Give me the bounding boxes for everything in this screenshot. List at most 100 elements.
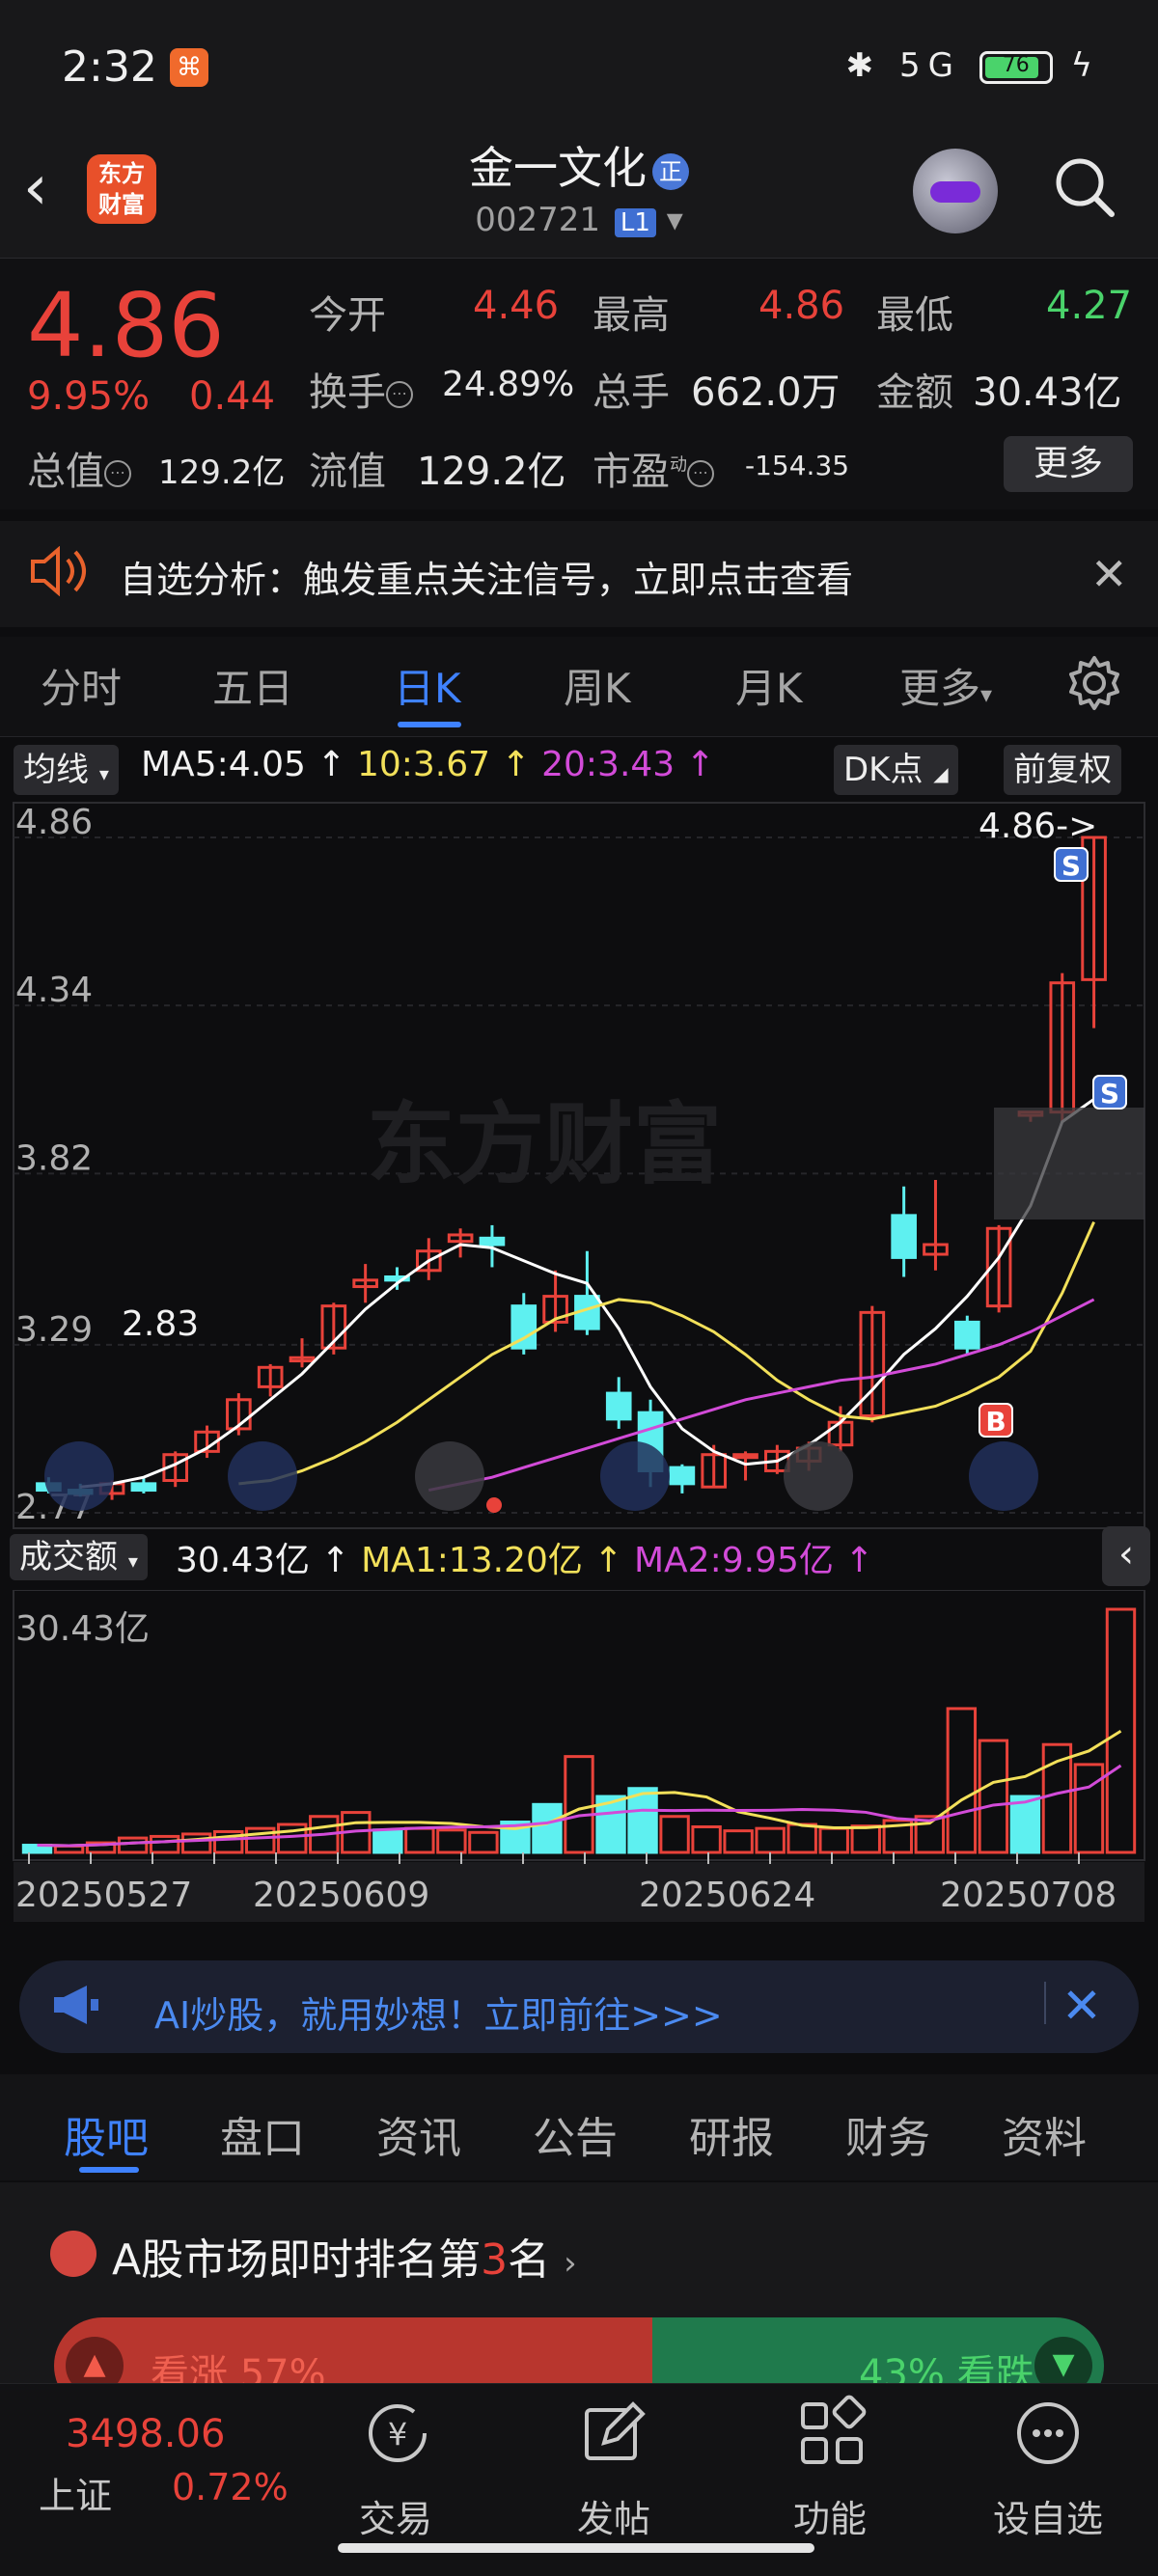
volume-bar [627,1787,658,1854]
candle-body [891,1214,917,1259]
x-tick-label: 20250624 [639,1876,815,1915]
amount-value: 30.43亿 [973,370,1122,415]
volume-bar [1073,1763,1105,1854]
index-name[interactable]: 上证 [39,2466,112,2519]
event-dot [486,1497,502,1513]
step-forward-icon[interactable] [784,1441,853,1511]
signal-label: S [1100,1078,1119,1110]
volume-bar [436,1828,467,1854]
volume-bar [691,1824,722,1854]
adjust-select[interactable]: 前复权 [1004,745,1121,795]
candle-body [605,1391,632,1421]
tab-profile[interactable]: 资料 [1002,2103,1087,2165]
volume-ma1: MA1:13.20亿 [361,1541,583,1580]
edit-icon[interactable] [575,2395,652,2472]
battery-icon: 76 [979,50,1053,84]
nav-post[interactable]: 发帖 [556,2489,672,2542]
tab-weekly-k[interactable]: 周K [564,656,631,715]
signal-label: S [1062,850,1081,882]
more-button[interactable]: 更多 [1004,436,1133,492]
x-tick-label: 20250609 [253,1876,429,1915]
info-icon[interactable]: ⋯ [687,460,714,487]
y-tick-label: 3.29 [15,1310,93,1350]
tab-more[interactable]: 更多▾ [899,656,992,715]
robot-avatar-icon[interactable] [913,149,998,233]
home-indicator [338,2543,814,2553]
tab-intraday[interactable]: 分时 [41,656,122,715]
close-icon[interactable]: ✕ [1090,548,1128,600]
enterprise-badge: 正 [652,152,689,190]
tab-order-book[interactable]: 盘口 [220,2103,305,2165]
speaker-icon [31,546,86,596]
tab-news[interactable]: 资讯 [376,2103,461,2165]
volume-bar [659,1815,690,1854]
volume-ma1-line [37,1729,1122,1848]
turnover-label: 换手 ⋯ [309,361,413,417]
gear-icon[interactable] [1065,654,1123,712]
info-icon[interactable]: ⋯ [104,460,131,487]
search-icon[interactable] [1052,154,1117,220]
indicator-select[interactable]: 均线 ▾ [14,745,119,795]
y-tick-label: 4.86 [15,803,93,842]
tab-daily-k[interactable]: 日K [394,656,461,715]
ma10-line [238,1220,1095,1486]
ma20-value: 20:3.43 [541,745,676,784]
nav-add-watchlist[interactable]: 设自选 [990,2489,1106,2542]
tab-finance[interactable]: 财务 [845,2103,930,2165]
signal-icon: 5G [898,46,961,85]
open-value: 4.46 [473,284,560,328]
volume-bar [372,1828,403,1854]
nav-trade[interactable]: 交易 [338,2489,454,2542]
collapse-arrow-icon[interactable]: ‹ [1102,1526,1150,1586]
tab-announcements[interactable]: 公告 [533,2103,618,2165]
high-value: 4.86 [758,284,845,328]
volume-chart[interactable]: 30.43亿 20250527 20250609 20250624 20250708 [0,1590,1158,1937]
volume-indicator-select[interactable]: 成交额 ▾ [10,1534,148,1580]
chevron-down-icon: ▾ [666,201,683,239]
notice-text: 自选分析：触发重点关注信号，立即点击查看 [120,559,854,601]
tab-monthly-k[interactable]: 月K [735,656,803,715]
scroll-left-icon[interactable] [44,1441,114,1511]
pe-value: -154.35 [745,450,850,481]
close-icon[interactable]: ✕ [1062,1978,1102,2034]
index-percent[interactable]: 0.72% [172,2466,289,2508]
ad-text: AI炒股，就用妙想！立即前往>>> [154,1994,723,2037]
y-tick-label: 3.82 [15,1138,93,1178]
candlestick-chart[interactable]: 4.864.343.823.292.77东方财富4.86->2.83SSB [0,799,1158,1532]
dk-point-select[interactable]: DK点 ◢ [834,745,958,795]
more-dots-icon[interactable] [1009,2395,1087,2472]
amount-label: 金额 [876,370,953,415]
svg-text:¥: ¥ [388,2416,407,2453]
pe-label: 市盈动 ⋯ [593,440,714,496]
volume-bar [978,1739,1009,1854]
volume-bar [149,1834,180,1854]
volume-bar [468,1830,499,1854]
index-value[interactable]: 3498.06 [66,2412,225,2456]
info-icon[interactable]: ⋯ [386,381,413,408]
nav-functions[interactable]: 功能 [772,2489,888,2542]
zoom-in-icon[interactable] [415,1441,484,1511]
volume-bar [818,1826,849,1854]
zoom-out-icon[interactable] [228,1441,297,1511]
tab-five-day[interactable]: 五日 [212,656,293,715]
tab-research[interactable]: 研报 [689,2103,774,2165]
candle-body [479,1236,506,1247]
signal-label: B [985,1406,1006,1438]
yuan-exchange-icon[interactable]: ¥ [359,2395,436,2472]
volume-value: 30.43亿 [176,1541,311,1580]
volume-value: 662.0万 [691,370,841,415]
candle-body [953,1320,980,1350]
ranking-icon [50,2231,96,2277]
candle-body [130,1482,157,1493]
fullscreen-icon[interactable] [969,1441,1038,1511]
notification-app-icon: ⌘ [170,48,208,87]
mktcap-label: 总值 ⋯ [27,440,131,496]
volume-y-label: 30.43亿 [15,1609,150,1649]
grid-icon[interactable] [793,2395,870,2472]
tab-forum[interactable]: 股吧 [64,2103,149,2165]
ma5-value: MA5:4.05 [141,745,306,784]
volume-bar [564,1755,594,1854]
step-back-icon[interactable] [600,1441,670,1511]
system-icons: ✱ 5G 76 ϟ [846,46,1100,85]
volume-label: 总手 [593,370,670,415]
